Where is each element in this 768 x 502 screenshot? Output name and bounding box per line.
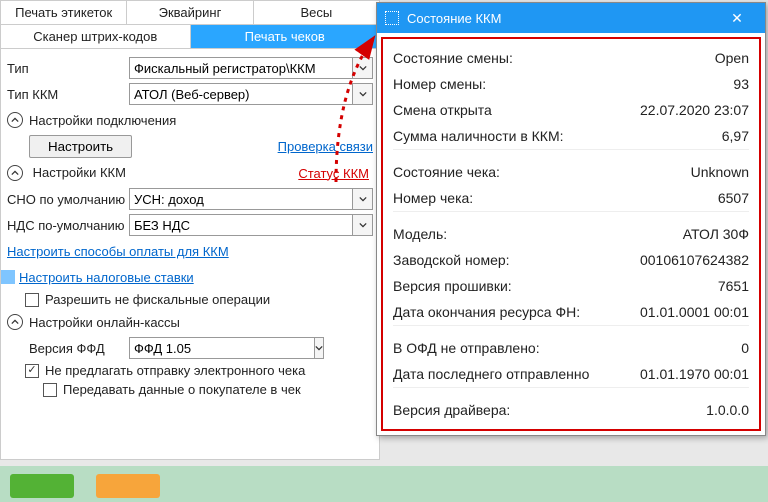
connection-settings-label: Настройки подключения (29, 113, 176, 128)
online-cash-label: Настройки онлайн-кассы (29, 315, 180, 330)
sno-dropdown-btn[interactable] (353, 188, 373, 210)
type-select[interactable] (129, 57, 353, 79)
send-buyer-checkbox[interactable] (43, 383, 57, 397)
tab-row-bottom: Сканер штрих-кодов Печать чеков (1, 25, 379, 49)
ffd-dropdown-btn[interactable] (315, 337, 324, 359)
info-row: Номер смены: 93 (393, 71, 749, 97)
check-connection-link[interactable]: Проверка связи (278, 139, 373, 154)
nds-dropdown-btn[interactable] (353, 214, 373, 236)
info-value: 6507 (718, 190, 749, 206)
info-value: 1.0.0.0 (706, 402, 749, 418)
kkm-type-label: Тип ККМ (7, 87, 129, 102)
ffd-label: Версия ФФД (29, 341, 129, 356)
info-key: Модель: (393, 226, 447, 242)
nds-select[interactable] (129, 214, 353, 236)
info-value: 0 (741, 340, 749, 356)
info-row: Сумма наличности в ККМ: 6,97 (393, 123, 749, 149)
info-key: Дата последнего отправленно (393, 366, 589, 382)
nonfiscal-checkbox[interactable] (25, 293, 39, 307)
info-key: Сумма наличности в ККМ: (393, 128, 564, 144)
tab-acquiring[interactable]: Эквайринг (127, 1, 253, 24)
info-key: Номер смены: (393, 76, 486, 92)
type-label: Тип (7, 61, 129, 76)
info-row: В ОФД не отправлено: 0 (393, 335, 749, 361)
collapse-connection-icon[interactable] (7, 112, 23, 128)
background-green-button (10, 474, 74, 498)
info-key: Версия драйвера: (393, 402, 510, 418)
ffd-select[interactable] (129, 337, 315, 359)
info-value: 01.01.1970 00:01 (640, 366, 749, 382)
collapse-kkm-settings-icon[interactable] (7, 165, 23, 181)
sno-select[interactable] (129, 188, 353, 210)
tab-scales[interactable]: Весы (254, 1, 379, 24)
status-kkm-link[interactable]: Статус ККМ (298, 166, 369, 181)
info-key: Дата окончания ресурса ФН: (393, 304, 580, 320)
info-key: Версия прошивки: (393, 278, 512, 294)
kkm-status-dialog: Состояние ККМ ✕ Состояние смены: Open Номе… (376, 2, 766, 436)
type-dropdown-btn[interactable] (353, 57, 373, 79)
no-echeck-label: Не предлагать отправку электронного чека (45, 363, 305, 378)
close-icon[interactable]: ✕ (717, 10, 757, 27)
info-value: АТОЛ 30Ф (683, 226, 749, 242)
tax-rates-link[interactable]: Настроить налоговые ставки (19, 270, 194, 285)
info-row: Состояние смены: Open (393, 45, 749, 71)
info-row: Версия драйвера: 1.0.0.0 (393, 397, 749, 423)
sno-label: СНО по умолчанию (7, 192, 129, 207)
settings-form: Тип Тип ККМ Настройки подключения Настро… (1, 49, 379, 405)
tab-barcode-scanner[interactable]: Сканер штрих-кодов (1, 25, 191, 48)
payment-methods-link[interactable]: Настроить способы оплаты для ККМ (7, 244, 229, 259)
info-key: Состояние смены: (393, 50, 513, 66)
info-key: Состояние чека: (393, 164, 500, 180)
info-value: 93 (733, 76, 749, 92)
dialog-titlebar[interactable]: Состояние ККМ ✕ (377, 3, 765, 33)
info-value: 6,97 (722, 128, 749, 144)
info-row: Модель: АТОЛ 30Ф (393, 221, 749, 247)
info-key: Смена открыта (393, 102, 492, 118)
dialog-title: Состояние ККМ (407, 11, 717, 26)
kkm-settings-label: Настройки ККМ (33, 165, 126, 180)
no-echeck-checkbox[interactable] (25, 364, 39, 378)
info-value: 22.07.2020 23:07 (640, 102, 749, 118)
send-buyer-label: Передавать данные о покупателе в чек (63, 382, 301, 397)
info-key: В ОФД не отправлено: (393, 340, 540, 356)
info-row: Версия прошивки: 7651 (393, 273, 749, 299)
settings-panel: Печать этикеток Эквайринг Весы Сканер шт… (0, 0, 380, 460)
info-key: Номер чека: (393, 190, 473, 206)
nonfiscal-checkbox-label: Разрешить не фискальные операции (45, 292, 270, 307)
nds-label: НДС по-умолчанию (7, 218, 129, 233)
info-value: 01.01.0001 00:01 (640, 304, 749, 320)
info-row: Состояние чека: Unknown (393, 159, 749, 185)
dialog-icon (385, 11, 399, 25)
dialog-body: Состояние смены: Open Номер смены: 93 Смена … (381, 37, 761, 431)
info-row: Дата последнего отправленно 01.01.1970 00… (393, 361, 749, 387)
info-value: 7651 (718, 278, 749, 294)
info-value: Open (715, 50, 749, 66)
kkm-type-dropdown-btn[interactable] (353, 83, 373, 105)
info-value: 00106107624382 (640, 252, 749, 268)
tab-row-top: Печать этикеток Эквайринг Весы (1, 1, 379, 25)
kkm-type-select[interactable] (129, 83, 353, 105)
info-row: Дата окончания ресурса ФН: 01.01.0001 00:… (393, 299, 749, 325)
tab-receipt-print[interactable]: Печать чеков (191, 25, 380, 48)
info-row: Смена открыта 22.07.2020 23:07 (393, 97, 749, 123)
configure-button[interactable]: Настроить (29, 135, 132, 158)
info-row: Заводской номер: 00106107624382 (393, 247, 749, 273)
info-value: Unknown (691, 164, 749, 180)
info-key: Заводской номер: (393, 252, 510, 268)
info-row: Номер чека: 6507 (393, 185, 749, 211)
highlight-bar (1, 270, 15, 284)
collapse-online-cash-icon[interactable] (7, 314, 23, 330)
tab-labels[interactable]: Печать этикеток (1, 1, 127, 24)
background-orange-button (96, 474, 160, 498)
